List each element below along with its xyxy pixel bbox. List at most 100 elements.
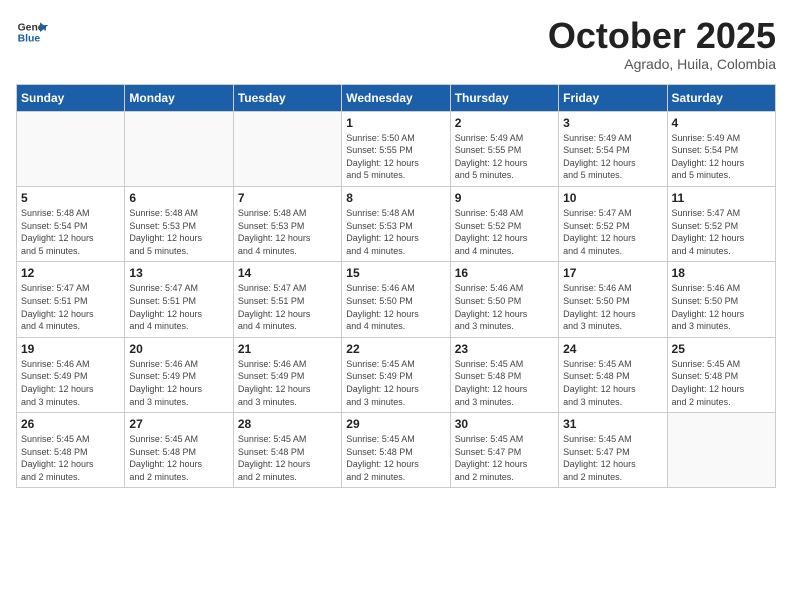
day-cell-20: 20 Sunrise: 5:46 AM Sunset: 5:49 PM Dayli… — [125, 337, 233, 412]
day-cell-31: 31 Sunrise: 5:45 AM Sunset: 5:47 PM Dayli… — [559, 413, 667, 488]
week-row-5: 26 Sunrise: 5:45 AM Sunset: 5:48 PM Dayli… — [17, 413, 776, 488]
day-cell-13: 13 Sunrise: 5:47 AM Sunset: 5:51 PM Dayli… — [125, 262, 233, 337]
day-cell-17: 17 Sunrise: 5:46 AM Sunset: 5:50 PM Dayli… — [559, 262, 667, 337]
day-number: 5 — [21, 191, 120, 205]
page-header: General Blue October 2025 Agrado, Huila,… — [16, 16, 776, 72]
day-cell-6: 6 Sunrise: 5:48 AM Sunset: 5:53 PM Daylig… — [125, 186, 233, 261]
weekday-header-tuesday: Tuesday — [233, 84, 341, 111]
day-number: 4 — [672, 116, 771, 130]
day-number: 21 — [238, 342, 337, 356]
day-cell-4: 4 Sunrise: 5:49 AM Sunset: 5:54 PM Daylig… — [667, 111, 775, 186]
cell-info: Sunrise: 5:50 AM Sunset: 5:55 PM Dayligh… — [346, 132, 445, 182]
cell-info: Sunrise: 5:45 AM Sunset: 5:48 PM Dayligh… — [238, 433, 337, 483]
weekday-header-friday: Friday — [559, 84, 667, 111]
day-cell-30: 30Sunrise: 5:45 AM Sunset: 5:47 PM Dayli… — [450, 413, 558, 488]
week-row-4: 19 Sunrise: 5:46 AM Sunset: 5:49 PM Dayli… — [17, 337, 776, 412]
cell-info: Sunrise: 5:49 AM Sunset: 5:54 PM Dayligh… — [672, 132, 771, 182]
day-number: 20 — [129, 342, 228, 356]
day-number: 25 — [672, 342, 771, 356]
cell-info: Sunrise: 5:46 AM Sunset: 5:49 PM Dayligh… — [129, 358, 228, 408]
day-cell-15: 15 Sunrise: 5:46 AM Sunset: 5:50 PM Dayli… — [342, 262, 450, 337]
day-number: 3 — [563, 116, 662, 130]
day-cell-11: 11 Sunrise: 5:47 AM Sunset: 5:52 PM Dayli… — [667, 186, 775, 261]
cell-info: Sunrise: 5:48 AM Sunset: 5:52 PM Dayligh… — [455, 207, 554, 257]
day-number: 2 — [455, 116, 554, 130]
day-cell-12: 12 Sunrise: 5:47 AM Sunset: 5:51 PM Dayli… — [17, 262, 125, 337]
cell-info: Sunrise: 5:45 AM Sunset: 5:49 PM Dayligh… — [346, 358, 445, 408]
day-cell-1: 1Sunrise: 5:50 AM Sunset: 5:55 PM Daylig… — [342, 111, 450, 186]
title-block: October 2025 Agrado, Huila, Colombia — [548, 16, 776, 72]
day-cell-16: 16 Sunrise: 5:46 AM Sunset: 5:50 PM Dayli… — [450, 262, 558, 337]
cell-info: Sunrise: 5:47 AM Sunset: 5:51 PM Dayligh… — [21, 282, 120, 332]
svg-text:Blue: Blue — [18, 34, 41, 45]
cell-info: Sunrise: 5:46 AM Sunset: 5:50 PM Dayligh… — [346, 282, 445, 332]
weekday-header-monday: Monday — [125, 84, 233, 111]
day-number: 17 — [563, 266, 662, 280]
week-row-2: 5Sunrise: 5:48 AM Sunset: 5:54 PM Daylig… — [17, 186, 776, 261]
cell-info: Sunrise: 5:45 AM Sunset: 5:48 PM Dayligh… — [455, 358, 554, 408]
day-cell-18: 18 Sunrise: 5:46 AM Sunset: 5:50 PM Dayli… — [667, 262, 775, 337]
cell-info: Sunrise: 5:47 AM Sunset: 5:51 PM Dayligh… — [129, 282, 228, 332]
day-number: 18 — [672, 266, 771, 280]
cell-info: Sunrise: 5:47 AM Sunset: 5:52 PM Dayligh… — [672, 207, 771, 257]
day-cell-28: 28 Sunrise: 5:45 AM Sunset: 5:48 PM Dayli… — [233, 413, 341, 488]
day-cell-21: 21 Sunrise: 5:46 AM Sunset: 5:49 PM Dayli… — [233, 337, 341, 412]
calendar-table: SundayMondayTuesdayWednesdayThursdayFrid… — [16, 84, 776, 489]
day-cell-22: 22 Sunrise: 5:45 AM Sunset: 5:49 PM Dayli… — [342, 337, 450, 412]
day-cell-8: 8Sunrise: 5:48 AM Sunset: 5:53 PM Daylig… — [342, 186, 450, 261]
cell-info: Sunrise: 5:45 AM Sunset: 5:47 PM Dayligh… — [563, 433, 662, 483]
cell-info: Sunrise: 5:46 AM Sunset: 5:50 PM Dayligh… — [672, 282, 771, 332]
location-subtitle: Agrado, Huila, Colombia — [548, 56, 776, 72]
day-number: 6 — [129, 191, 228, 205]
day-cell-3: 3 Sunrise: 5:49 AM Sunset: 5:54 PM Daylig… — [559, 111, 667, 186]
cell-info: Sunrise: 5:49 AM Sunset: 5:55 PM Dayligh… — [455, 132, 554, 182]
day-number: 15 — [346, 266, 445, 280]
day-number: 10 — [563, 191, 662, 205]
day-number: 8 — [346, 191, 445, 205]
weekday-header-thursday: Thursday — [450, 84, 558, 111]
cell-info: Sunrise: 5:45 AM Sunset: 5:47 PM Dayligh… — [455, 433, 554, 483]
day-number: 31 — [563, 417, 662, 431]
day-number: 16 — [455, 266, 554, 280]
cell-info: Sunrise: 5:46 AM Sunset: 5:50 PM Dayligh… — [455, 282, 554, 332]
day-number: 11 — [672, 191, 771, 205]
day-cell-27: 27 Sunrise: 5:45 AM Sunset: 5:48 PM Dayli… — [125, 413, 233, 488]
day-number: 7 — [238, 191, 337, 205]
cell-info: Sunrise: 5:45 AM Sunset: 5:48 PM Dayligh… — [129, 433, 228, 483]
logo-icon: General Blue — [16, 16, 48, 48]
day-cell-14: 14 Sunrise: 5:47 AM Sunset: 5:51 PM Dayli… — [233, 262, 341, 337]
day-cell-25: 25 Sunrise: 5:45 AM Sunset: 5:48 PM Dayli… — [667, 337, 775, 412]
day-cell-10: 10 Sunrise: 5:47 AM Sunset: 5:52 PM Dayli… — [559, 186, 667, 261]
cell-info: Sunrise: 5:46 AM Sunset: 5:49 PM Dayligh… — [21, 358, 120, 408]
weekday-header-row: SundayMondayTuesdayWednesdayThursdayFrid… — [17, 84, 776, 111]
empty-cell — [17, 111, 125, 186]
day-number: 22 — [346, 342, 445, 356]
cell-info: Sunrise: 5:46 AM Sunset: 5:49 PM Dayligh… — [238, 358, 337, 408]
day-number: 27 — [129, 417, 228, 431]
day-number: 29 — [346, 417, 445, 431]
day-number: 19 — [21, 342, 120, 356]
day-number: 28 — [238, 417, 337, 431]
cell-info: Sunrise: 5:49 AM Sunset: 5:54 PM Dayligh… — [563, 132, 662, 182]
day-cell-9: 9 Sunrise: 5:48 AM Sunset: 5:52 PM Daylig… — [450, 186, 558, 261]
cell-info: Sunrise: 5:48 AM Sunset: 5:53 PM Dayligh… — [129, 207, 228, 257]
cell-info: Sunrise: 5:46 AM Sunset: 5:50 PM Dayligh… — [563, 282, 662, 332]
day-number: 9 — [455, 191, 554, 205]
day-number: 13 — [129, 266, 228, 280]
day-cell-19: 19 Sunrise: 5:46 AM Sunset: 5:49 PM Dayli… — [17, 337, 125, 412]
empty-cell — [233, 111, 341, 186]
day-cell-26: 26Sunrise: 5:45 AM Sunset: 5:48 PM Dayli… — [17, 413, 125, 488]
cell-info: Sunrise: 5:47 AM Sunset: 5:51 PM Dayligh… — [238, 282, 337, 332]
day-cell-24: 24Sunrise: 5:45 AM Sunset: 5:48 PM Dayli… — [559, 337, 667, 412]
cell-info: Sunrise: 5:45 AM Sunset: 5:48 PM Dayligh… — [672, 358, 771, 408]
empty-cell — [125, 111, 233, 186]
week-row-3: 12 Sunrise: 5:47 AM Sunset: 5:51 PM Dayli… — [17, 262, 776, 337]
day-number: 14 — [238, 266, 337, 280]
cell-info: Sunrise: 5:48 AM Sunset: 5:53 PM Dayligh… — [238, 207, 337, 257]
day-number: 12 — [21, 266, 120, 280]
day-number: 26 — [21, 417, 120, 431]
day-number: 23 — [455, 342, 554, 356]
cell-info: Sunrise: 5:47 AM Sunset: 5:52 PM Dayligh… — [563, 207, 662, 257]
day-number: 24 — [563, 342, 662, 356]
week-row-1: 1Sunrise: 5:50 AM Sunset: 5:55 PM Daylig… — [17, 111, 776, 186]
